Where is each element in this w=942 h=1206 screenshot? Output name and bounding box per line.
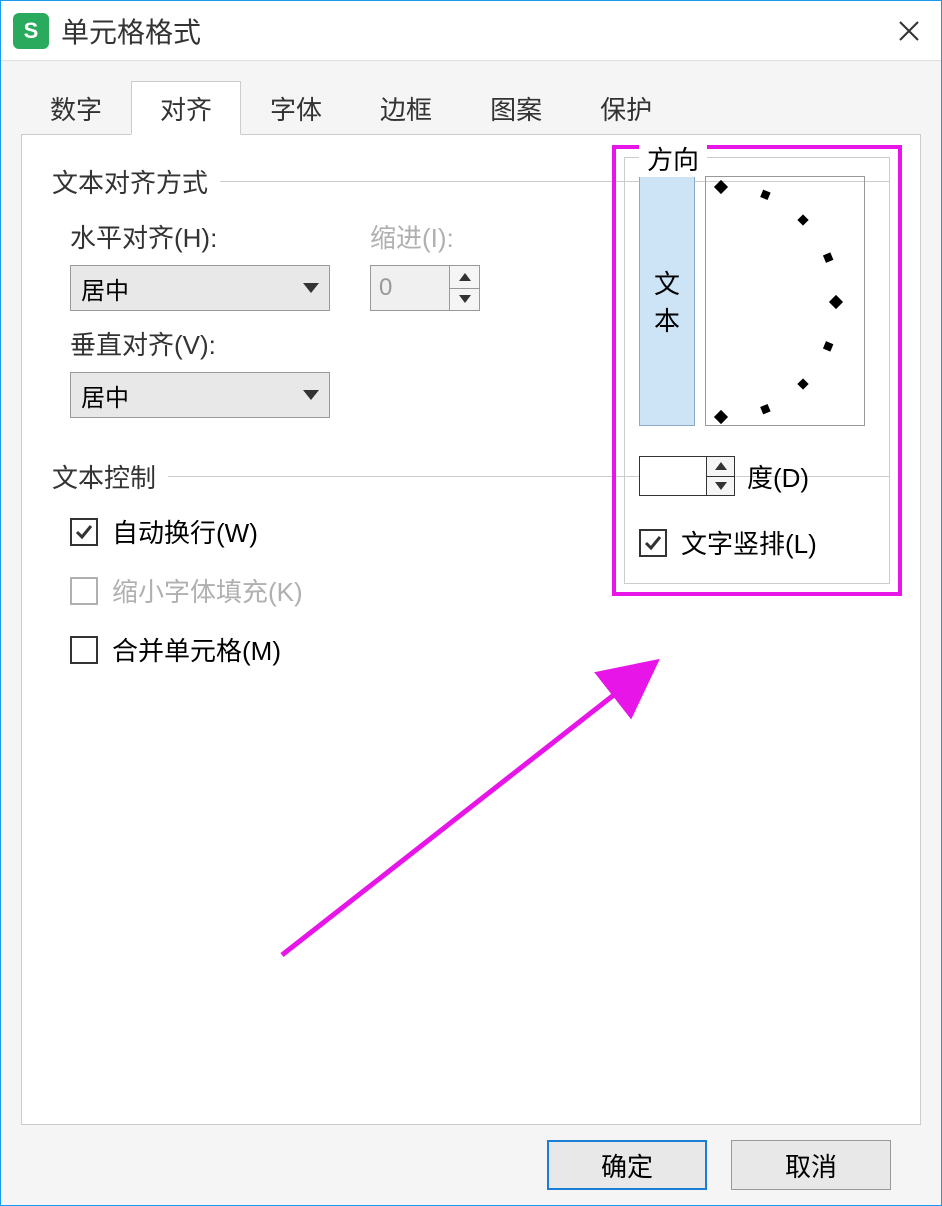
titlebar: S 单元格格式 xyxy=(1,1,941,61)
tab-protect[interactable]: 保护 xyxy=(571,81,681,135)
dialog-footer: 确定 取消 xyxy=(21,1125,921,1205)
orientation-highlight: 方向 文 本 xyxy=(612,145,902,596)
orientation-sample-char2: 本 xyxy=(654,301,680,338)
degree-down-button[interactable] xyxy=(707,477,734,496)
orientation-legend: 方向 xyxy=(639,140,707,177)
tab-alignment[interactable]: 对齐 xyxy=(131,81,241,135)
check-icon xyxy=(643,533,663,553)
section-text-control-label: 文本控制 xyxy=(52,458,156,495)
orientation-dial-graphic xyxy=(706,177,866,427)
vertical-text-label: 文字竖排(L) xyxy=(681,524,817,561)
app-icon: S xyxy=(13,13,49,49)
chevron-down-icon xyxy=(303,390,319,400)
section-text-alignment-label: 文本对齐方式 xyxy=(52,163,208,200)
ok-button[interactable]: 确定 xyxy=(547,1140,707,1190)
annotation-arrow xyxy=(272,655,692,975)
tab-bar: 数字 对齐 字体 边框 图案 保护 xyxy=(21,81,921,135)
degree-spinner[interactable] xyxy=(639,456,735,496)
close-button[interactable] xyxy=(889,11,929,51)
degree-label: 度(D) xyxy=(747,458,809,495)
horizontal-align-value: 居中 xyxy=(81,271,129,306)
vertical-align-value: 居中 xyxy=(81,378,129,413)
indent-down-button[interactable] xyxy=(450,289,479,311)
triangle-up-icon xyxy=(459,273,471,281)
indent-spinner[interactable] xyxy=(370,265,480,311)
tab-font[interactable]: 字体 xyxy=(241,81,351,135)
indent-label: 缩进(I): xyxy=(370,218,480,255)
degree-input[interactable] xyxy=(640,457,706,495)
close-icon xyxy=(898,20,920,42)
indent-up-button[interactable] xyxy=(450,266,479,289)
chevron-down-icon xyxy=(303,283,319,293)
shrink-fit-label: 缩小字体填充(K) xyxy=(112,572,303,609)
triangle-down-icon xyxy=(715,482,727,490)
tab-border[interactable]: 边框 xyxy=(351,81,461,135)
vertical-text-checkbox[interactable] xyxy=(639,529,667,557)
content-area: 数字 对齐 字体 边框 图案 保护 文本对齐方式 水平对齐(H): 居中 xyxy=(1,61,941,1205)
dialog-window: S 单元格格式 数字 对齐 字体 边框 图案 保护 文本对齐方式 水平对齐(H)… xyxy=(0,0,942,1206)
orientation-fieldset: 方向 文 本 xyxy=(624,157,890,584)
cancel-button[interactable]: 取消 xyxy=(731,1140,891,1190)
tab-panel-alignment: 文本对齐方式 水平对齐(H): 居中 缩进(I): xyxy=(21,134,921,1125)
horizontal-align-select[interactable]: 居中 xyxy=(70,265,330,311)
wrap-text-checkbox[interactable] xyxy=(70,518,98,546)
triangle-up-icon xyxy=(715,462,727,470)
vertical-align-select[interactable]: 居中 xyxy=(70,372,330,418)
merge-cells-label: 合并单元格(M) xyxy=(112,631,281,668)
vertical-text-preview-button[interactable]: 文 本 xyxy=(639,176,695,426)
wrap-text-label: 自动换行(W) xyxy=(112,513,258,550)
tab-number[interactable]: 数字 xyxy=(21,81,131,135)
orientation-dial[interactable] xyxy=(705,176,865,426)
horizontal-align-label: 水平对齐(H): xyxy=(70,218,330,255)
window-title: 单元格格式 xyxy=(61,11,889,51)
degree-up-button[interactable] xyxy=(707,457,734,477)
indent-input[interactable] xyxy=(371,266,449,310)
orientation-sample-char1: 文 xyxy=(654,264,680,301)
shrink-fit-checkbox xyxy=(70,577,98,605)
check-icon xyxy=(74,522,94,542)
triangle-down-icon xyxy=(459,295,471,303)
tab-pattern[interactable]: 图案 xyxy=(461,81,571,135)
merge-cells-checkbox[interactable] xyxy=(70,636,98,664)
